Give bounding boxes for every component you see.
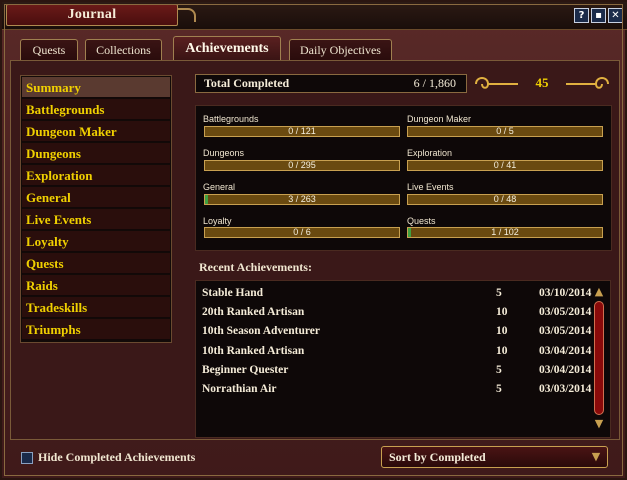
category-sidebar: Summary Battlegrounds Dungeon Maker Dung…	[20, 75, 172, 343]
category-progress-bar: 0 / 48	[407, 194, 603, 205]
category-progress-text: 0 / 41	[493, 160, 517, 170]
hide-completed-checkbox[interactable]	[21, 452, 33, 464]
achievement-points-value: 5	[496, 287, 502, 299]
category-progress-bar: 0 / 121	[204, 126, 400, 137]
category-progress-text: 0 / 6	[293, 227, 311, 237]
achievement-date: 03/05/2014	[539, 306, 592, 318]
category-label: Exploration	[407, 148, 453, 158]
achievement-date: 03/04/2014	[539, 345, 592, 357]
recent-achievements-list[interactable]: Stable Hand 5 03/10/2014 20th Ranked Art…	[195, 280, 611, 438]
category-label: General	[203, 182, 236, 192]
scroll-up-icon[interactable]: ▲	[593, 285, 605, 299]
list-item[interactable]: 10th Season Adventurer 10 03/05/2014	[196, 321, 592, 340]
category-label: Dungeon Maker	[407, 114, 472, 124]
achievement-points-value: 10	[496, 325, 508, 337]
achievement-date: 03/04/2014	[539, 364, 592, 376]
achievement-date: 03/03/2014	[539, 383, 592, 395]
total-completed-label: Total Completed	[204, 76, 290, 90]
close-button[interactable]: ✕	[608, 8, 623, 23]
category-label: Live Events	[407, 182, 454, 192]
sidebar-item-loyalty[interactable]: Loyalty	[22, 231, 170, 252]
chevron-down-icon[interactable]: ▼	[588, 449, 604, 465]
tab-quests[interactable]: Quests	[20, 39, 78, 60]
category-progress-panel: Battlegrounds 0 / 121 Dungeon Maker 0 / …	[195, 105, 612, 251]
journal-window: Journal ? ▪ ✕ Quests Collections Achieve…	[0, 0, 627, 480]
category-label: Loyalty	[203, 216, 232, 226]
achievement-points-value: 5	[496, 364, 502, 376]
category-progress-text: 3 / 263	[288, 194, 316, 204]
total-completed-value: 6 / 1,860	[413, 76, 456, 90]
sidebar-item-exploration[interactable]: Exploration	[22, 165, 170, 186]
scroll-track[interactable]	[594, 301, 604, 415]
category-progress-bar: 1 / 102	[407, 227, 603, 238]
achievement-name: 10th Ranked Artisan	[202, 345, 305, 357]
sidebar-item-summary[interactable]: Summary	[22, 77, 170, 98]
category-progress-bar: 0 / 41	[407, 160, 603, 171]
minimize-button[interactable]: ▪	[591, 8, 606, 23]
sidebar-item-tradeskills[interactable]: Tradeskills	[22, 297, 170, 318]
category-progress-text: 0 / 5	[496, 126, 514, 136]
list-item[interactable]: 10th Ranked Artisan 10 03/04/2014	[196, 341, 592, 360]
achievement-points-value: 5	[496, 383, 502, 395]
recent-scrollbar[interactable]: ▲ ▼	[593, 285, 605, 433]
title-ornament-icon	[178, 8, 196, 22]
sidebar-item-triumphs[interactable]: Triumphs	[22, 319, 170, 340]
achievement-name: Beginner Quester	[202, 364, 289, 376]
sidebar-item-dungeon-maker[interactable]: Dungeon Maker	[22, 121, 170, 142]
achievement-name: Stable Hand	[202, 287, 264, 299]
sidebar-item-general[interactable]: General	[22, 187, 170, 208]
achievement-date: 03/05/2014	[539, 325, 592, 337]
category-label: Dungeons	[203, 148, 245, 158]
achievement-name: 10th Season Adventurer	[202, 325, 320, 337]
list-item[interactable]: 20th Ranked Artisan 10 03/05/2014	[196, 302, 592, 321]
achievement-name: 20th Ranked Artisan	[202, 306, 305, 318]
category-progress-text: 0 / 121	[288, 126, 316, 136]
sidebar-item-battlegrounds[interactable]: Battlegrounds	[22, 99, 170, 120]
achievement-date: 03/10/2014	[539, 287, 592, 299]
achievement-name: Norrathian Air	[202, 383, 277, 395]
list-item[interactable]: Beginner Quester 5 03/04/2014	[196, 360, 592, 379]
window-title: Journal	[6, 4, 178, 26]
sort-dropdown-label: Sort by Completed	[389, 450, 486, 464]
list-item[interactable]: Stable Hand 5 03/10/2014	[196, 283, 592, 302]
hide-completed-label[interactable]: Hide Completed Achievements	[38, 450, 195, 465]
achievement-points-value: 10	[496, 306, 508, 318]
tab-daily-objectives[interactable]: Daily Objectives	[289, 39, 392, 60]
help-button[interactable]: ?	[574, 8, 589, 23]
category-progress-bar: 0 / 5	[407, 126, 603, 137]
category-progress-text: 0 / 48	[493, 194, 517, 204]
total-completed-bar: Total Completed 6 / 1,860	[195, 74, 467, 93]
achievement-points-value: 10	[496, 345, 508, 357]
category-progress-bar: 0 / 295	[204, 160, 400, 171]
category-progress-text: 1 / 102	[491, 227, 519, 237]
category-label: Quests	[407, 216, 436, 226]
sidebar-item-raids[interactable]: Raids	[22, 275, 170, 296]
tab-collections[interactable]: Collections	[85, 39, 162, 60]
scroll-down-icon[interactable]: ▼	[593, 417, 605, 431]
sidebar-item-live-events[interactable]: Live Events	[22, 209, 170, 230]
list-item[interactable]: Norrathian Air 5 03/03/2014	[196, 379, 592, 398]
title-bar[interactable]: Journal ? ▪ ✕	[2, 2, 627, 30]
recent-achievements-heading: Recent Achievements:	[199, 260, 312, 274]
category-progress-bar: 0 / 6	[204, 227, 400, 238]
sidebar-item-quests[interactable]: Quests	[22, 253, 170, 274]
achievement-points: 45	[535, 75, 549, 90]
category-progress-bar: 3 / 263	[204, 194, 400, 205]
category-progress-text: 0 / 295	[288, 160, 316, 170]
sort-dropdown[interactable]: Sort by Completed ▼	[381, 446, 608, 468]
tab-achievements[interactable]: Achievements	[173, 36, 281, 60]
sidebar-item-dungeons[interactable]: Dungeons	[22, 143, 170, 164]
category-label: Battlegrounds	[203, 114, 259, 124]
